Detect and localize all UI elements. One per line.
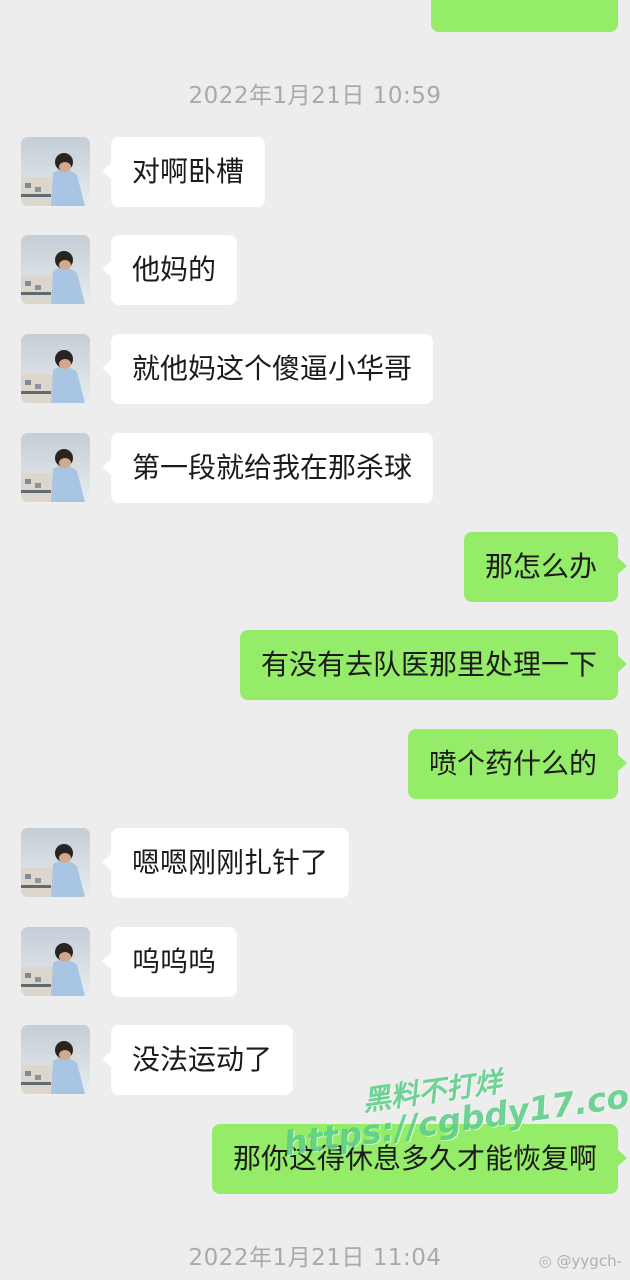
message-row-incoming: 呜呜呜 xyxy=(0,927,630,997)
message-bubble[interactable]: 对啊卧槽 xyxy=(101,137,266,207)
message-row-incoming: 嗯嗯刚刚扎针了 xyxy=(0,828,630,898)
weibo-watermark: ◎ @yygch- xyxy=(539,1252,622,1270)
message-row-incoming: 就他妈这个傻逼小华哥 xyxy=(0,334,630,404)
message-bubble[interactable]: 就他妈这个傻逼小华哥 xyxy=(101,334,434,404)
message-row-incoming: 没法运动了 xyxy=(0,1025,630,1095)
message-bubble[interactable]: 他妈的 xyxy=(101,235,238,305)
avatar[interactable] xyxy=(21,334,90,403)
avatar[interactable] xyxy=(21,433,90,502)
top-outgoing-bubble-partial[interactable] xyxy=(431,0,618,32)
avatar[interactable] xyxy=(21,235,90,304)
weibo-icon: ◎ xyxy=(538,1252,552,1270)
message-bubble[interactable]: 那怎么办 xyxy=(463,532,628,602)
message-row-incoming: 第一段就给我在那杀球 xyxy=(0,433,630,503)
message-bubble[interactable]: 有没有去队医那里处理一下 xyxy=(239,630,628,700)
avatar[interactable] xyxy=(21,1025,90,1094)
message-row-outgoing: 有没有去队医那里处理一下 xyxy=(0,630,630,700)
avatar[interactable] xyxy=(21,137,90,206)
avatar[interactable] xyxy=(21,828,90,897)
message-row-incoming: 他妈的 xyxy=(0,235,630,305)
message-bubble[interactable]: 呜呜呜 xyxy=(101,927,238,997)
message-bubble[interactable]: 嗯嗯刚刚扎针了 xyxy=(101,828,350,898)
chat-timestamp: 2022年1月21日 11:04 xyxy=(188,1245,442,1271)
message-row-outgoing: 那怎么办 xyxy=(0,532,630,602)
message-bubble[interactable]: 没法运动了 xyxy=(101,1025,294,1095)
message-bubble[interactable]: 第一段就给我在那杀球 xyxy=(101,433,434,503)
message-bubble[interactable]: 喷个药什么的 xyxy=(407,729,628,799)
message-row-incoming: 对啊卧槽 xyxy=(0,137,630,207)
chat-timestamp: 2022年1月21日 10:59 xyxy=(188,83,442,109)
weibo-handle: @yygch- xyxy=(556,1252,622,1270)
message-row-outgoing: 喷个药什么的 xyxy=(0,729,630,799)
avatar[interactable] xyxy=(21,927,90,996)
